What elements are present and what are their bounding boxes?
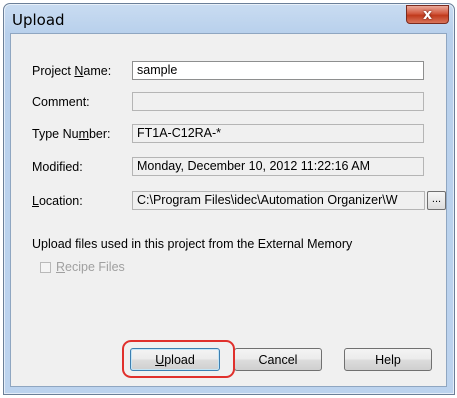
location-field: C:\Program Files\idec\Automation Organiz… [132,191,425,210]
modified-field: Monday, December 10, 2012 11:22:16 AM [132,157,424,176]
browse-button[interactable]: ... [427,191,446,210]
type-number-field: FT1A-C12RA-* [132,124,424,143]
help-button[interactable]: Help [344,348,432,371]
dialog-title: Upload [12,11,65,29]
location-label: Location: [32,194,83,208]
comment-field [132,92,424,111]
comment-label: Comment: [32,95,90,109]
dialog-body [10,33,447,387]
modified-label: Modified: [32,160,83,174]
upload-files-text: Upload files used in this project from t… [32,237,353,251]
title-bar[interactable]: Upload x [4,4,454,34]
cancel-button[interactable]: Cancel [234,348,322,371]
upload-button[interactable]: Upload [130,348,220,371]
project-name-input[interactable]: sample [132,61,424,80]
close-icon: x [422,6,433,23]
type-number-label: Type Number: [32,127,111,141]
recipe-files-label: Recipe Files [56,260,125,274]
project-name-label: Project Name: [32,64,112,78]
close-button[interactable]: x [406,5,449,24]
recipe-files-checkbox[interactable] [40,262,51,273]
